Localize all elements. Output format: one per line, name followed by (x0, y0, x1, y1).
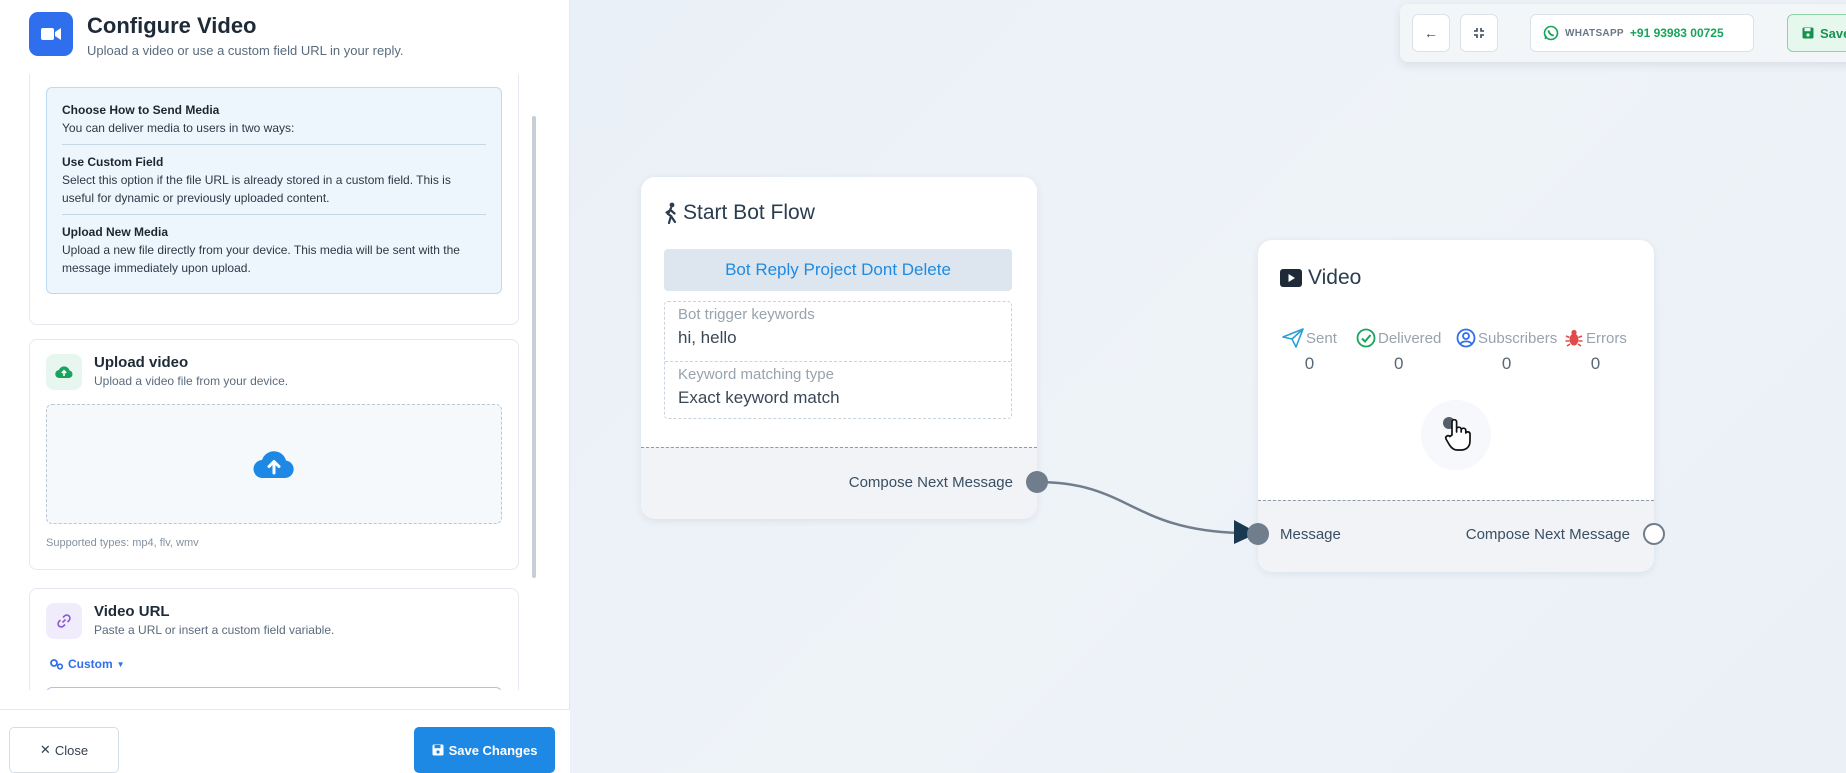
info-heading-custom-field: Use Custom Field (62, 155, 164, 169)
stat-delivered-label: Delivered (1378, 329, 1442, 347)
video-dropzone[interactable] (46, 404, 502, 524)
video-node[interactable]: Video Sent 0 Delivered 0 Subscribers 0 E… (1258, 240, 1654, 572)
stat-delivered: Delivered 0 (1356, 328, 1441, 374)
matching-type-row: Keyword matching type Exact keyword matc… (665, 361, 1011, 408)
video-url-title: Video URL (94, 603, 170, 620)
stat-sent: Sent 0 (1282, 328, 1337, 374)
video-node-title: Video (1308, 266, 1362, 289)
custom-field-label: Custom (68, 657, 113, 671)
media-info-box: Choose How to Send Media You can deliver… (46, 87, 502, 294)
close-icon: ✕ (39, 742, 51, 757)
check-circle-icon (1356, 328, 1376, 348)
user-circle-icon (1456, 328, 1476, 348)
stat-subscribers-value: 0 (1501, 354, 1512, 373)
video-output-handle[interactable] (1643, 523, 1665, 545)
video-url-subtitle: Paste a URL or insert a custom field var… (94, 623, 335, 637)
trigger-keywords-label: Bot trigger keywords (678, 306, 815, 323)
stat-subscribers-label: Subscribers (1478, 329, 1558, 347)
gears-icon (50, 658, 64, 670)
panel-scroll-area[interactable]: Choose How to Send Media You can deliver… (0, 74, 570, 690)
media-preview[interactable] (1421, 400, 1491, 470)
trigger-keywords-value: hi, hello (678, 328, 737, 347)
video-node-footer: Message Compose Next Message (1258, 500, 1654, 572)
configure-video-panel: Configure Video Upload a video or use a … (0, 0, 570, 773)
project-chip: Bot Reply Project Dont Delete (664, 249, 1012, 291)
stat-sent-label: Sent (1306, 329, 1337, 347)
stat-sent-value: 0 (1304, 354, 1315, 373)
upload-video-subtitle: Upload a video file from your device. (94, 374, 289, 388)
floppy-disk-icon (432, 744, 444, 756)
video-compose-next-label: Compose Next Message (1465, 526, 1630, 543)
bug-icon (1565, 329, 1583, 347)
info-text-choose: You can deliver media to users in two wa… (62, 121, 295, 135)
walking-person-icon (665, 202, 677, 224)
panel-title: Configure Video (87, 13, 257, 38)
stat-delivered-value: 0 (1393, 354, 1404, 373)
panel-header: Configure Video Upload a video or use a … (0, 0, 570, 74)
video-camera-icon (29, 12, 73, 56)
cloud-upload-icon (46, 354, 82, 390)
panel-subtitle: Upload a video or use a custom field URL… (87, 43, 404, 58)
start-node-title: Start Bot Flow (683, 201, 815, 224)
video-node-header: Video (1280, 266, 1361, 290)
keyword-settings: Bot trigger keywords hi, hello Keyword m… (664, 301, 1012, 419)
save-changes-button[interactable]: Save Changes (414, 727, 555, 773)
link-icon (46, 603, 82, 639)
video-input-handle[interactable] (1247, 523, 1269, 545)
upload-video-card: Upload video Upload a video file from yo… (29, 339, 519, 570)
stat-errors: Errors 0 (1564, 328, 1627, 374)
save-changes-label: Save Changes (448, 742, 538, 758)
panel-scrollbar[interactable] (532, 116, 536, 578)
info-heading-choose: Choose How to Send Media (62, 103, 220, 117)
stat-errors-value: 0 (1590, 354, 1601, 373)
info-card: Choose How to Send Media You can deliver… (29, 74, 519, 325)
video-url-input[interactable] (46, 687, 502, 690)
info-text-upload: Upload a new file directly from your dev… (62, 243, 460, 275)
matching-type-value: Exact keyword match (678, 388, 840, 407)
info-divider (62, 144, 486, 145)
custom-field-dropdown[interactable]: Custom ▼ (50, 657, 125, 671)
flow-canvas[interactable]: ← WHATSAPP +91 93983 00725 Save Start Bo… (570, 0, 1846, 773)
start-output-handle[interactable] (1026, 471, 1048, 493)
youtube-icon (1280, 269, 1302, 287)
cloud-upload-icon (253, 451, 294, 479)
paper-plane-icon (1282, 328, 1304, 348)
stat-subscribers: Subscribers 0 (1456, 328, 1557, 374)
upload-video-title: Upload video (94, 354, 189, 371)
start-bot-flow-node[interactable]: Start Bot Flow Bot Reply Project Dont De… (641, 177, 1037, 519)
info-text-custom-field: Select this option if the file URL is al… (62, 173, 451, 205)
start-node-header: Start Bot Flow (663, 201, 815, 225)
panel-footer: ✕ Close Save Changes (0, 709, 570, 773)
supported-types: Supported types: mp4, flv, wmv (46, 537, 199, 549)
caret-down-icon: ▼ (116, 659, 125, 669)
close-button[interactable]: ✕ Close (9, 727, 119, 773)
close-label: Close (54, 742, 89, 758)
trigger-keywords-row: Bot trigger keywords hi, hello (665, 306, 1011, 348)
info-divider (62, 214, 486, 215)
message-input-label: Message (1280, 526, 1341, 543)
start-compose-next-label: Compose Next Message (848, 474, 1013, 491)
info-heading-upload: Upload New Media (62, 225, 169, 239)
matching-type-label: Keyword matching type (678, 366, 834, 383)
start-node-footer: Compose Next Message (641, 447, 1037, 519)
stat-errors-label: Errors (1586, 329, 1627, 347)
video-url-card: Video URL Paste a URL or insert a custom… (29, 588, 519, 690)
hand-pointer-icon (1444, 418, 1471, 451)
